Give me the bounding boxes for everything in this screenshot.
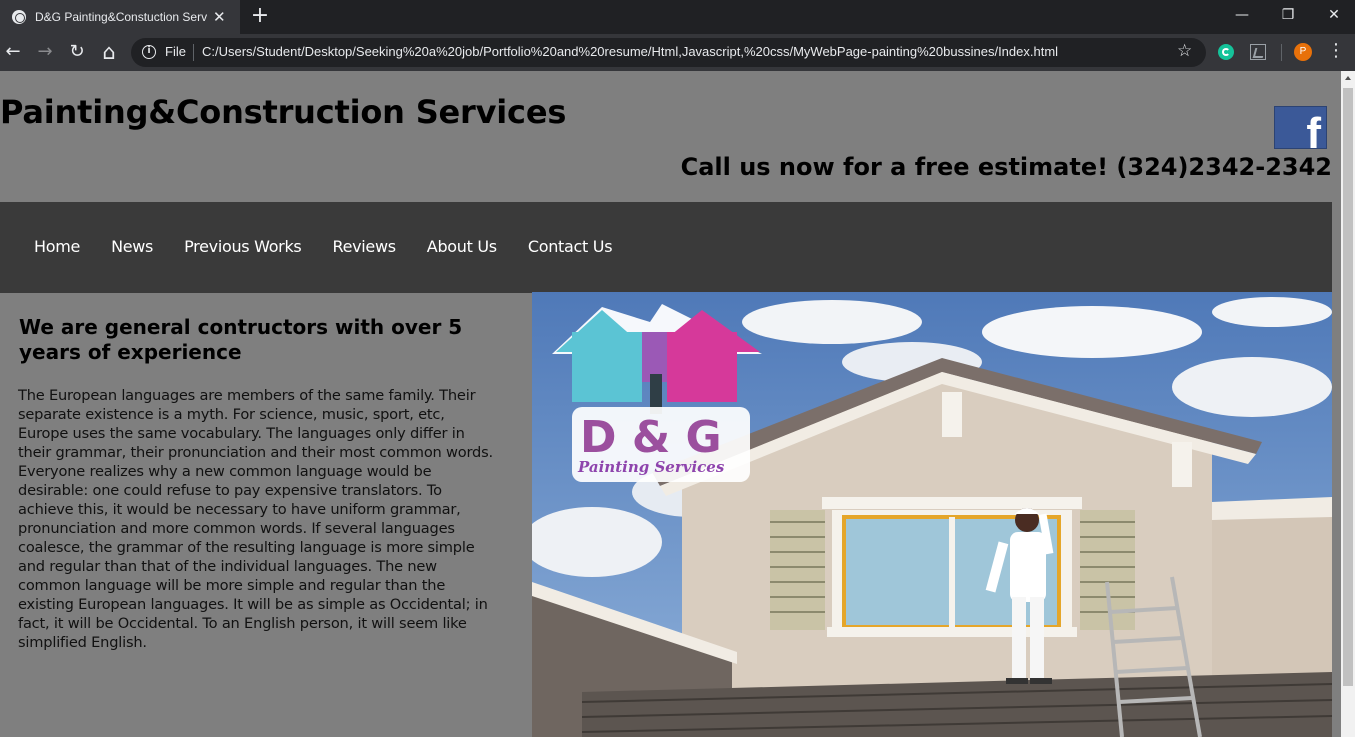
tab-close-icon[interactable]: ✕ xyxy=(213,8,226,26)
omnibox-divider xyxy=(193,44,194,61)
nav-item-about-us[interactable]: About Us xyxy=(427,237,497,256)
url-text[interactable]: C:/Users/Student/Desktop/Seeking%20a%20j… xyxy=(202,44,1058,59)
nav-list: Home News Previous Works Reviews About U… xyxy=(0,202,1332,256)
back-button[interactable]: ← xyxy=(1,41,25,65)
info-icon[interactable]: i xyxy=(142,45,156,59)
reload-button[interactable]: ↻ xyxy=(65,41,89,65)
close-window-button[interactable]: ✕ xyxy=(1311,0,1355,32)
nav-item-reviews[interactable]: Reviews xyxy=(332,237,396,256)
file-scheme-label: File xyxy=(165,44,186,59)
new-tab-button[interactable]: + xyxy=(249,5,271,28)
pdf-extension-icon[interactable] xyxy=(1250,44,1266,60)
intro-paragraph: The European languages are members of th… xyxy=(18,387,493,651)
globe-icon xyxy=(12,10,26,24)
facebook-logo-letter: f xyxy=(1306,109,1321,149)
call-to-action: Call us now for a free estimate! (324)23… xyxy=(680,153,1332,181)
profile-avatar[interactable]: P xyxy=(1294,43,1312,61)
restore-button[interactable]: ❐ xyxy=(1265,0,1311,32)
main-nav: Home News Previous Works Reviews About U… xyxy=(0,202,1332,293)
svg-text:D & G: D & G xyxy=(580,412,722,463)
tab-title: D&G Painting&Constuction Serv xyxy=(35,10,207,24)
nav-item-contact-us[interactable]: Contact Us xyxy=(528,237,613,256)
home-button[interactable]: ⌂ xyxy=(97,41,121,65)
hero-image: D & G Painting Services xyxy=(532,292,1332,737)
scroll-up-arrow-icon[interactable] xyxy=(1345,76,1351,80)
toolbar-divider xyxy=(1281,44,1282,61)
nav-item-previous-works[interactable]: Previous Works xyxy=(184,237,302,256)
svg-text:Painting Services: Painting Services xyxy=(577,458,725,476)
nav-item-news[interactable]: News xyxy=(111,237,153,256)
bookmark-star-icon[interactable]: ☆ xyxy=(1177,41,1192,61)
address-bar[interactable]: i File C:/Users/Student/Desktop/Seeking%… xyxy=(131,38,1206,67)
site-title: Painting&Construction Services xyxy=(0,93,567,131)
browser-toolbar: ← → ↻ ⌂ i File C:/Users/Student/Desktop/… xyxy=(0,34,1355,71)
intro-section: We are general contructors with over 5 y… xyxy=(0,293,532,737)
forward-button[interactable]: → xyxy=(33,41,57,65)
minimize-button[interactable]: — xyxy=(1219,0,1265,32)
browser-tab[interactable]: D&G Painting&Constuction Serv ✕ xyxy=(0,0,240,34)
grammarly-extension-icon[interactable] xyxy=(1218,44,1234,60)
web-page: Painting&Construction Services f Call us… xyxy=(0,71,1341,737)
browser-tab-strip: D&G Painting&Constuction Serv ✕ + — ❐ ✕ xyxy=(0,0,1355,34)
nav-item-home[interactable]: Home xyxy=(34,237,80,256)
browser-menu-icon[interactable]: ⋮ xyxy=(1327,40,1345,61)
house-painter-illustration: D & G Painting Services xyxy=(532,292,1332,737)
intro-heading: We are general contructors with over 5 y… xyxy=(19,315,463,364)
dg-logo: D & G Painting Services xyxy=(552,304,762,482)
scrollbar-thumb[interactable] xyxy=(1343,88,1353,686)
facebook-icon[interactable]: f xyxy=(1274,106,1327,149)
